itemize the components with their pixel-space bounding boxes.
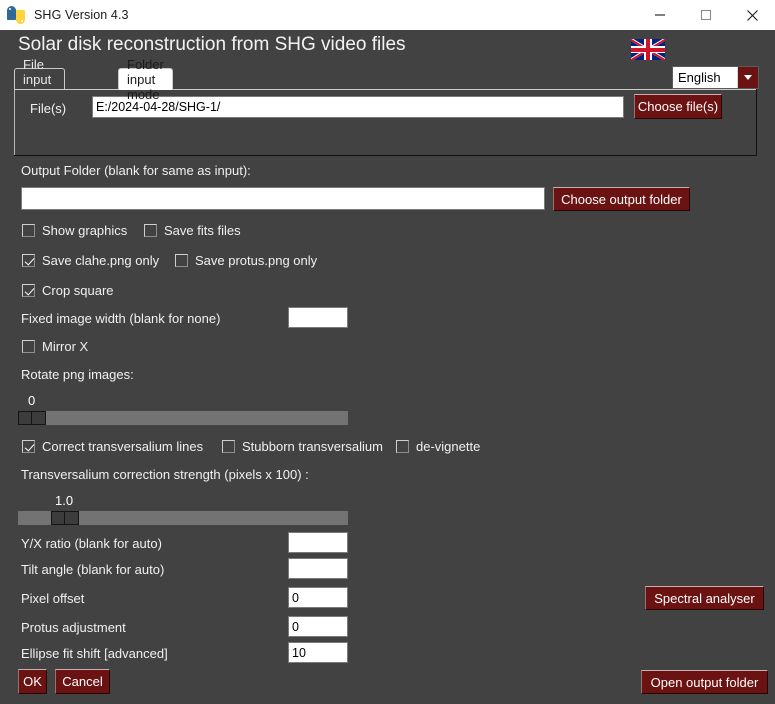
checkbox-label: Save protus.png only bbox=[195, 253, 318, 268]
checkbox-box[interactable] bbox=[22, 340, 35, 353]
checkbox-de-vignette[interactable]: de-vignette bbox=[396, 439, 480, 454]
transversalium-slider[interactable] bbox=[18, 511, 348, 525]
transversalium-slider-value: 1.0 bbox=[55, 493, 74, 508]
rotate-slider[interactable] bbox=[18, 411, 348, 425]
pixel-offset-input[interactable]: 0 bbox=[288, 587, 348, 608]
checkbox-box[interactable] bbox=[22, 254, 35, 267]
yx-ratio-input[interactable] bbox=[288, 532, 348, 553]
files-input[interactable]: E:/2024-04-28/SHG-1/ bbox=[92, 96, 624, 118]
cancel-button[interactable]: Cancel bbox=[55, 669, 110, 694]
checkbox-label: Crop square bbox=[42, 283, 114, 298]
checkbox-stubborn-transversalium[interactable]: Stubborn transversalium bbox=[222, 439, 383, 454]
checkbox-save-protus-png-only[interactable]: Save protus.png only bbox=[175, 253, 317, 268]
language-select[interactable]: English bbox=[672, 66, 759, 89]
language-select-value: English bbox=[678, 70, 721, 85]
tab-file-input-mode[interactable]: File input mode bbox=[14, 57, 65, 102]
minimize-button[interactable] bbox=[637, 0, 683, 30]
checkbox-box[interactable] bbox=[22, 284, 35, 297]
checkbox-show-graphics[interactable]: Show graphics bbox=[22, 223, 127, 238]
application-window: SHG Version 4.3 Solar disk reconstructio… bbox=[0, 0, 775, 704]
protus-adjustment-label: Protus adjustment bbox=[21, 620, 126, 635]
checkbox-label: Save fits files bbox=[164, 223, 241, 238]
checkbox-label: Stubborn transversalium bbox=[242, 439, 383, 454]
checkbox-box[interactable] bbox=[175, 254, 188, 267]
fixed-image-width-input[interactable] bbox=[288, 307, 348, 328]
choose-output-folder-button[interactable]: Choose output folder bbox=[553, 187, 690, 211]
checkbox-crop-square[interactable]: Crop square bbox=[22, 283, 114, 298]
title-bar: SHG Version 4.3 bbox=[0, 0, 775, 30]
window-title: SHG Version 4.3 bbox=[34, 8, 129, 22]
ellipse-fit-shift-input[interactable]: 10 bbox=[288, 642, 348, 663]
transversalium-slider-handle[interactable] bbox=[51, 511, 79, 525]
rotate-slider-value: 0 bbox=[28, 393, 36, 408]
choose-files-button[interactable]: Choose file(s) bbox=[634, 94, 722, 119]
open-output-folder-button[interactable]: Open output folder bbox=[641, 670, 768, 694]
chevron-down-icon[interactable] bbox=[737, 67, 758, 88]
output-folder-input[interactable] bbox=[21, 187, 545, 210]
checkbox-correct-transversalium-lines[interactable]: Correct transversalium lines bbox=[22, 439, 203, 454]
checkbox-label: Correct transversalium lines bbox=[42, 439, 204, 454]
transversalium-strength-label: Transversalium correction strength (pixe… bbox=[21, 467, 309, 482]
checkbox-box[interactable] bbox=[396, 440, 409, 453]
ellipse-fit-shift-label: Ellipse fit shift [advanced] bbox=[21, 646, 168, 661]
rotate-png-images-label: Rotate png images: bbox=[21, 367, 134, 382]
checkbox-save-clahe-png-only[interactable]: Save clahe.png only bbox=[22, 253, 159, 268]
checkbox-label: Save clahe.png only bbox=[42, 253, 160, 268]
checkbox-box[interactable] bbox=[144, 224, 157, 237]
uk-flag-icon bbox=[631, 39, 665, 60]
rotate-slider-handle[interactable] bbox=[18, 411, 46, 425]
checkbox-box[interactable] bbox=[22, 224, 35, 237]
tilt-angle-label: Tilt angle (blank for auto) bbox=[21, 562, 165, 577]
maximize-button[interactable] bbox=[683, 0, 729, 30]
protus-adjustment-input[interactable]: 0 bbox=[288, 616, 348, 637]
tilt-angle-input[interactable] bbox=[288, 558, 348, 579]
yx-ratio-label: Y/X ratio (blank for auto) bbox=[21, 536, 162, 551]
python-logo-icon bbox=[7, 6, 25, 24]
checkbox-label: Mirror X bbox=[42, 339, 89, 354]
spectral-analyser-button[interactable]: Spectral analyser bbox=[645, 586, 764, 610]
page-title: Solar disk reconstruction from SHG video… bbox=[18, 34, 406, 55]
header-bar: Solar disk reconstruction from SHG video… bbox=[0, 30, 775, 89]
tab-folder-input-mode[interactable]: Folder input mode bbox=[118, 57, 173, 102]
fixed-image-width-label: Fixed image width (blank for none) bbox=[21, 311, 221, 326]
ok-button[interactable]: OK bbox=[18, 669, 47, 694]
files-label: File(s) bbox=[30, 101, 67, 116]
output-folder-label: Output Folder (blank for same as input): bbox=[21, 163, 251, 178]
close-button[interactable] bbox=[729, 0, 775, 30]
checkbox-label: de-vignette bbox=[416, 439, 481, 454]
checkbox-mirror-x[interactable]: Mirror X bbox=[22, 339, 88, 354]
minimize-icon bbox=[655, 14, 665, 16]
checkbox-box[interactable] bbox=[222, 440, 235, 453]
pixel-offset-label: Pixel offset bbox=[21, 591, 85, 606]
checkbox-box[interactable] bbox=[22, 440, 35, 453]
checkbox-save-fits-files[interactable]: Save fits files bbox=[144, 223, 241, 238]
close-icon bbox=[746, 9, 758, 21]
maximize-icon bbox=[700, 9, 712, 21]
checkbox-label: Show graphics bbox=[42, 223, 128, 238]
